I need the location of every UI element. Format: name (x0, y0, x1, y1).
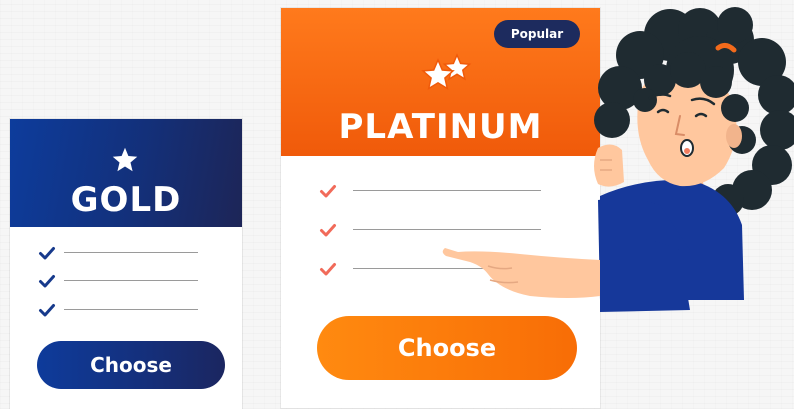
check-icon (39, 304, 55, 317)
gold-plan-title: GOLD (70, 180, 182, 220)
check-icon (39, 275, 55, 288)
gold-card-header: GOLD (10, 119, 242, 227)
gold-feature-item (38, 272, 208, 290)
check-icon (320, 263, 336, 276)
gold-feature-item (38, 244, 208, 262)
gold-feature-line (64, 252, 198, 253)
check-icon (39, 247, 55, 260)
check-icon (320, 224, 336, 237)
check-icon (320, 185, 336, 198)
star-icon (112, 147, 138, 172)
gold-feature-line (64, 280, 198, 281)
gold-feature-line (64, 309, 198, 310)
gold-feature-item (38, 301, 208, 319)
gold-plan-card: GOLD Choose (10, 119, 242, 409)
woman-pointing-illustration (442, 7, 794, 312)
gold-choose-button[interactable]: Choose (37, 341, 225, 389)
